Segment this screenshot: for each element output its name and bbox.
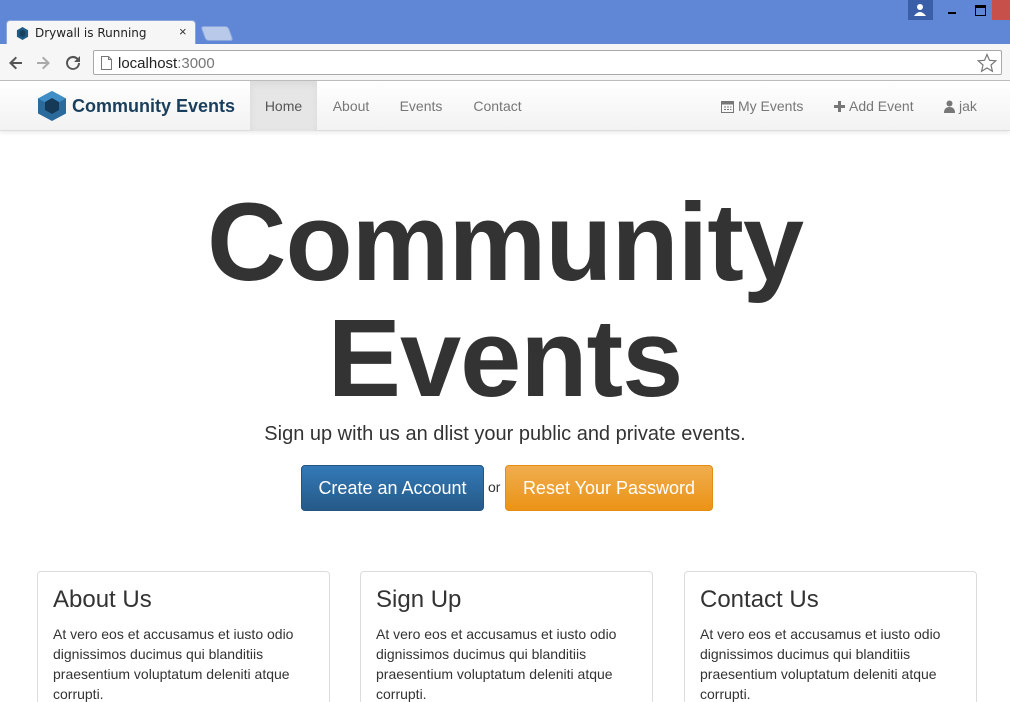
user-icon [944, 100, 955, 113]
back-button[interactable] [5, 52, 27, 74]
card-title: About Us [53, 586, 152, 613]
add-event-label: Add Event [849, 98, 914, 114]
card-sign-up: Sign Up At vero eos et accusamus et iust… [360, 571, 653, 702]
nav-home[interactable]: Home [250, 81, 317, 131]
nav-events[interactable]: Events [390, 81, 452, 131]
logo-icon [38, 91, 66, 121]
browser-toolbar: localhost:3000 [0, 44, 1010, 81]
plus-icon [834, 100, 845, 112]
user-name: jak [959, 98, 977, 114]
reset-password-button[interactable]: Reset Your Password [505, 465, 713, 511]
back-arrow-icon [9, 56, 22, 70]
browser-titlebar: Drywall is Running × [0, 0, 1010, 45]
create-account-button[interactable]: Create an Account [301, 465, 484, 511]
nav-add-event[interactable]: Add Event [834, 81, 914, 131]
user-icon [914, 4, 926, 16]
maximize-button[interactable] [966, 0, 992, 20]
reload-button[interactable] [62, 52, 84, 74]
brand-link[interactable]: Community Events [38, 91, 235, 121]
forward-button[interactable] [32, 52, 54, 74]
close-window-button[interactable] [992, 0, 1010, 20]
tab-favicon-icon [16, 27, 29, 40]
card-body: At vero eos et accusamus et iusto odio d… [700, 626, 941, 702]
card-body: At vero eos et accusamus et iusto odio d… [53, 626, 294, 702]
nav-about[interactable]: About [322, 81, 380, 131]
card-contact-us: Contact Us At vero eos et accusamus et i… [684, 571, 977, 702]
my-events-label: My Events [738, 98, 804, 114]
card-title: Contact Us [700, 586, 819, 613]
minimize-button[interactable] [938, 0, 966, 20]
url-text: localhost:3000 [118, 55, 215, 72]
hero-subtitle: Sign up with us an dlist your public and… [264, 423, 746, 445]
nav-contact[interactable]: Contact [463, 81, 532, 131]
tab-title: Drywall is Running [35, 26, 147, 40]
site-navbar: Community Events Home About Events Conta… [0, 81, 1010, 131]
profile-button[interactable] [908, 0, 933, 20]
url-port: :3000 [177, 55, 215, 72]
hero-title: Community Events [0, 185, 1010, 417]
hero-title-line1: Community [207, 181, 804, 304]
hero-title-line2: Events [327, 297, 684, 420]
forward-arrow-icon [37, 56, 50, 70]
tab-close-icon[interactable]: × [179, 24, 187, 39]
new-tab-button[interactable] [200, 26, 234, 41]
nav-user[interactable]: jak [944, 81, 977, 131]
card-body: At vero eos et accusamus et iusto odio d… [376, 626, 617, 702]
page-icon [101, 56, 112, 70]
address-bar[interactable]: localhost:3000 [93, 50, 1002, 75]
brand-name: Community Events [72, 95, 236, 116]
browser-tab[interactable]: Drywall is Running × [6, 20, 196, 45]
url-host: localhost [118, 55, 178, 72]
card-about-us: About Us At vero eos et accusamus et ius… [37, 571, 330, 702]
nav-my-events[interactable]: My Events [721, 81, 803, 131]
star-icon[interactable] [977, 53, 997, 73]
or-text: or [488, 479, 501, 495]
card-title: Sign Up [376, 586, 462, 613]
calendar-icon [721, 100, 734, 113]
reload-icon [66, 55, 80, 70]
